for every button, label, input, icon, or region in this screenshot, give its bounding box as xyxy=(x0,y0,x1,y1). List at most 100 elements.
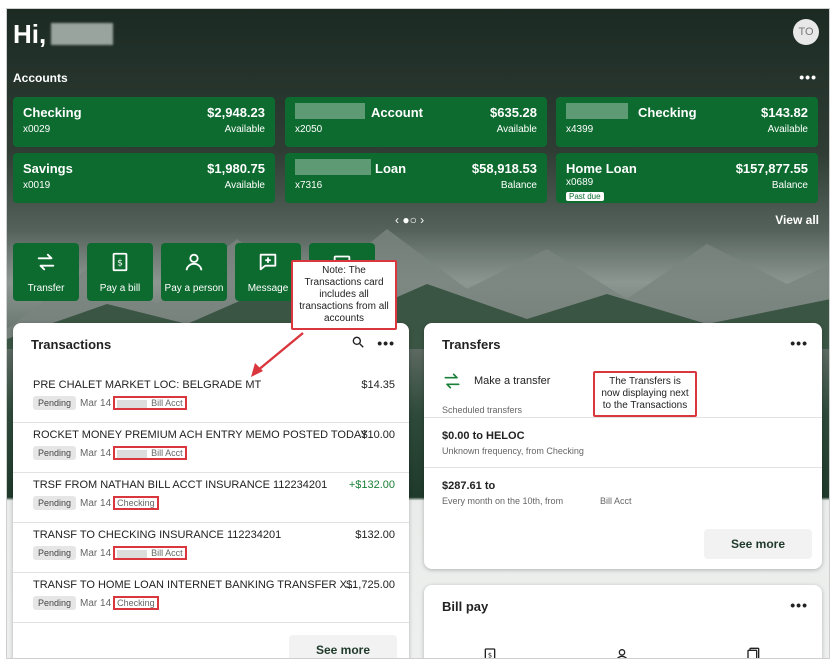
transaction-meta: Pending Mar 14 Checking xyxy=(33,496,159,510)
account-name: Loan xyxy=(375,161,407,176)
transfers-see-more-button[interactable]: See more xyxy=(704,529,812,559)
account-name: Home Loan xyxy=(566,161,637,176)
account-amount: $157,877.55 xyxy=(735,161,808,176)
search-icon[interactable] xyxy=(351,335,365,349)
account-tile-account[interactable]: Account x2050 $635.28 Available xyxy=(285,97,547,147)
transfer-icon xyxy=(37,253,55,271)
status-badge: Pending xyxy=(33,546,77,560)
account-number: x0029 xyxy=(23,124,51,135)
transaction-description: PRE CHALET MARKET LOC: BELGRADE MT xyxy=(33,379,262,391)
account-amount: $58,918.53 xyxy=(471,161,537,176)
quick-action-pay-bill[interactable]: $ Pay a bill xyxy=(87,243,153,301)
transaction-row[interactable]: PRE CHALET MARKET LOC: BELGRADE MT $14.3… xyxy=(13,373,409,423)
account-tile-loan[interactable]: Loan x7316 $58,918.53 Balance xyxy=(285,153,547,203)
status-badge: Pending xyxy=(33,496,77,510)
transaction-amount: $14.35 xyxy=(361,379,395,391)
account-name: Checking xyxy=(23,105,82,120)
transfers-card: Transfers ••• Make a transfer Scheduled … xyxy=(424,323,822,569)
transfers-title: Transfers xyxy=(442,337,501,352)
transaction-date: Mar 14 xyxy=(80,397,112,409)
account-tag-highlight: Checking xyxy=(113,496,159,510)
account-number: x0689 xyxy=(566,177,594,188)
account-amount-label: Available xyxy=(224,180,265,191)
account-amount: $635.28 xyxy=(490,105,537,120)
account-tile-checking[interactable]: Checking x0029 $2,948.23 Available xyxy=(13,97,275,147)
transaction-meta: Pending Mar 14 Bill Acct xyxy=(33,396,187,410)
transaction-row[interactable]: TRANSF TO CHECKING INSURANCE 112234201 $… xyxy=(13,523,409,573)
message-icon xyxy=(259,253,277,271)
account-tile-savings[interactable]: Savings x0019 $1,980.75 Available xyxy=(13,153,275,203)
transaction-row[interactable]: TRANSF TO HOME LOAN INTERNET BANKING TRA… xyxy=(13,573,409,623)
transaction-description: ROCKET MONEY PREMIUM ACH ENTRY MEMO POST… xyxy=(33,429,368,441)
scheduled-transfer-row[interactable]: $0.00 to HELOC Unknown frequency, from C… xyxy=(424,418,822,468)
transfers-more-button[interactable]: ••• xyxy=(790,335,808,351)
account-number: x4399 xyxy=(566,124,594,135)
account-tile-checking-2[interactable]: Checking x4399 $143.82 Available xyxy=(556,97,818,147)
accounts-pager[interactable]: ‹ ●○ › xyxy=(395,213,424,227)
account-tag-highlight: Bill Acct xyxy=(113,546,187,560)
svg-text:$: $ xyxy=(488,652,492,659)
app-frame: Hi, TO Accounts ••• Checking x0029 $2,94… xyxy=(6,8,830,659)
person-icon xyxy=(185,253,203,271)
transaction-date: Mar 14 xyxy=(80,597,112,609)
account-amount: $143.82 xyxy=(761,105,808,120)
greeting: Hi, xyxy=(13,19,47,49)
transactions-more-button[interactable]: ••• xyxy=(377,335,395,351)
account-tag-highlight: Bill Acct xyxy=(113,446,187,460)
account-amount: $2,948.23 xyxy=(207,105,265,120)
redacted-name xyxy=(51,23,113,45)
transaction-description: TRANSF TO CHECKING INSURANCE 112234201 xyxy=(33,529,282,541)
account-amount-label: Balance xyxy=(771,180,808,191)
svg-text:$: $ xyxy=(117,258,123,269)
transaction-amount: $10.00 xyxy=(361,429,395,441)
account-number: x0019 xyxy=(23,180,51,191)
account-name: Checking xyxy=(638,105,697,120)
redacted-account-name xyxy=(566,103,628,119)
quick-action-label: Pay a person xyxy=(164,283,224,294)
billpay-card: Bill pay ••• $ xyxy=(424,585,822,659)
transaction-row[interactable]: ROCKET MONEY PREMIUM ACH ENTRY MEMO POST… xyxy=(13,423,409,473)
avatar[interactable]: TO xyxy=(793,19,819,45)
status-badge: Pending xyxy=(33,596,77,610)
transaction-amount: $132.00 xyxy=(355,529,395,541)
transaction-meta: Pending Mar 14 Bill Acct xyxy=(33,446,187,460)
quick-action-label: Pay a bill xyxy=(99,283,141,294)
accounts-more-button[interactable]: ••• xyxy=(799,69,817,85)
account-name: Savings xyxy=(23,161,73,176)
transfer-icon xyxy=(444,373,460,389)
scheduled-transfer-account: Bill Acct xyxy=(600,496,632,506)
past-due-badge: Past due xyxy=(566,192,604,201)
person-icon[interactable] xyxy=(614,647,630,659)
status-badge: Pending xyxy=(33,396,77,410)
scheduled-transfers-label: Scheduled transfers xyxy=(442,405,523,415)
transaction-row[interactable]: TRSF FROM NATHAN BILL ACCT INSURANCE 112… xyxy=(13,473,409,523)
bill-history-icon[interactable] xyxy=(746,647,762,659)
account-amount-label: Available xyxy=(767,124,808,135)
redacted-account-name xyxy=(295,159,371,175)
transactions-title: Transactions xyxy=(31,337,112,352)
account-amount-label: Balance xyxy=(500,180,537,191)
make-transfer-link[interactable]: Make a transfer xyxy=(474,375,550,387)
bill-icon: $ xyxy=(112,252,128,272)
quick-action-transfer[interactable]: Transfer xyxy=(13,243,79,301)
account-amount: $1,980.75 xyxy=(207,161,265,176)
account-tile-home-loan[interactable]: Home Loan x0689 Past due $157,877.55 Bal… xyxy=(556,153,818,203)
quick-action-pay-person[interactable]: Pay a person xyxy=(161,243,227,301)
scheduled-transfer-amount: $0.00 to HELOC xyxy=(442,430,525,442)
transactions-see-more-button[interactable]: See more xyxy=(289,635,397,658)
account-name: Account xyxy=(371,105,423,120)
view-all-link[interactable]: View all xyxy=(775,213,819,227)
transaction-description: TRANSF TO HOME LOAN INTERNET BANKING TRA… xyxy=(33,579,357,591)
redacted-account-name xyxy=(295,103,365,119)
accounts-label: Accounts xyxy=(13,71,68,85)
scheduled-transfer-row[interactable]: $287.61 to Every month on the 10th, from… xyxy=(424,468,822,516)
transactions-card: Transactions ••• PRE CHALET MARKET LOC: … xyxy=(13,323,409,658)
account-amount-label: Available xyxy=(496,124,537,135)
billpay-more-button[interactable]: ••• xyxy=(790,597,808,613)
account-amount-label: Available xyxy=(224,124,265,135)
billpay-title: Bill pay xyxy=(442,599,489,614)
bill-icon[interactable]: $ xyxy=(482,647,498,659)
quick-action-label: Transfer xyxy=(27,283,65,294)
scheduled-transfer-details: Every month on the 10th, from xyxy=(442,496,564,506)
scheduled-transfer-details: Unknown frequency, from Checking xyxy=(442,446,584,456)
